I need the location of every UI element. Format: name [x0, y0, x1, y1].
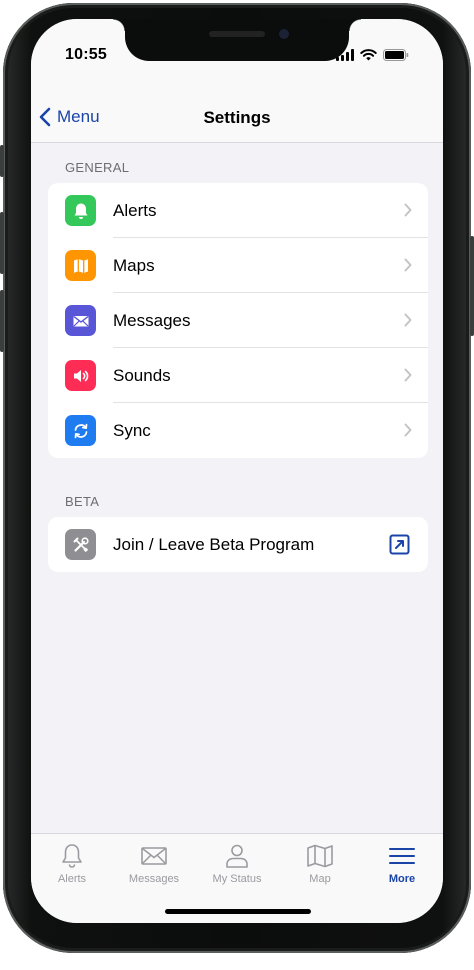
page-title: Settings [203, 108, 271, 127]
tools-icon [65, 529, 96, 560]
settings-row-alerts[interactable]: Alerts [48, 183, 428, 238]
settings-row-label: Join / Leave Beta Program [113, 535, 315, 554]
external-link-icon [389, 534, 410, 555]
tab-label: My Status [212, 873, 262, 885]
navigation-bar: Menu Settings [31, 91, 443, 143]
side-button-mute [0, 145, 4, 177]
battery-icon [383, 49, 409, 61]
tab-more[interactable]: More [361, 834, 443, 890]
speaker-grille [209, 31, 265, 37]
settings-row-sync[interactable]: Sync [48, 403, 428, 458]
screen: 10:55 Menu Settings GENERAL Alerts Maps … [31, 19, 443, 923]
chevron-right-icon [404, 203, 412, 217]
home-indicator[interactable] [165, 909, 311, 914]
settings-row-sounds[interactable]: Sounds [48, 348, 428, 403]
side-button-volume-down [0, 290, 4, 352]
side-button-volume-up [0, 212, 4, 274]
chevron-right-icon [404, 423, 412, 437]
envelope-icon [65, 305, 96, 336]
settings-row-label: Sounds [113, 366, 171, 385]
tab-label: Alerts [57, 873, 87, 885]
section-header-general: GENERAL [65, 160, 130, 175]
chevron-right-icon [404, 258, 412, 272]
status-time: 10:55 [65, 46, 107, 63]
speaker-icon [65, 360, 96, 391]
section-header-beta: BETA [65, 494, 100, 509]
tab-map[interactable]: Map [279, 834, 361, 890]
front-camera [279, 29, 289, 39]
map-icon [65, 250, 96, 281]
tab-bar: Alerts Messages My Status Map More [31, 833, 443, 923]
status-icons [336, 49, 409, 61]
status-bar: 10:55 [31, 19, 443, 91]
settings-row-beta-program[interactable]: Join / Leave Beta Program [48, 517, 428, 572]
map-outline-icon [307, 844, 333, 868]
tab-label: Map [309, 873, 331, 885]
envelope-outline-icon [141, 847, 167, 865]
bell-icon [65, 195, 96, 226]
tab-messages[interactable]: Messages [113, 834, 195, 890]
sync-icon [65, 415, 96, 446]
bell-outline-icon [62, 844, 82, 868]
tab-label: More [388, 873, 416, 885]
settings-row-maps[interactable]: Maps [48, 238, 428, 293]
chevron-right-icon [404, 368, 412, 382]
notch [113, 19, 361, 61]
settings-group-beta: Join / Leave Beta Program [48, 517, 428, 572]
settings-row-label: Alerts [113, 201, 157, 220]
settings-row-label: Messages [113, 311, 191, 330]
side-button-power [470, 236, 474, 336]
settings-group-general: Alerts Maps Messages Sounds Sync [48, 183, 428, 458]
wifi-icon [360, 49, 377, 61]
tab-alerts[interactable]: Alerts [31, 834, 113, 890]
tab-label: Messages [128, 873, 180, 885]
settings-row-label: Maps [113, 256, 155, 275]
chevron-right-icon [404, 313, 412, 327]
cellular-signal-icon [336, 49, 354, 61]
settings-row-messages[interactable]: Messages [48, 293, 428, 348]
settings-row-label: Sync [113, 421, 151, 440]
tab-my-status[interactable]: My Status [196, 834, 278, 890]
person-outline-icon [226, 844, 248, 868]
hamburger-menu-icon [389, 848, 415, 864]
